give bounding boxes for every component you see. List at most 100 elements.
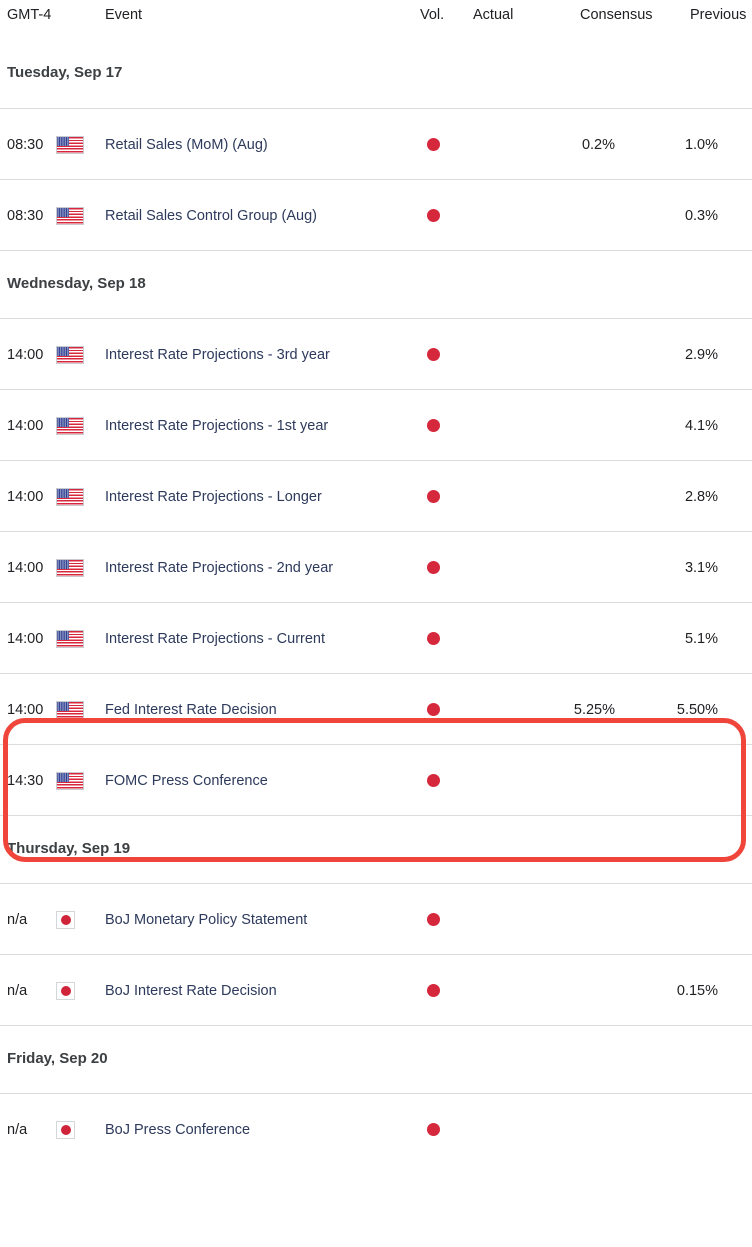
volatility-dot-icon — [426, 703, 440, 716]
country-flag — [56, 1094, 75, 1165]
column-header-volatility: Vol. — [420, 7, 445, 23]
calendar-event-row[interactable]: 08:30 Retail Sales Control Group (Aug) 0.3… — [0, 179, 752, 250]
calendar-event-row[interactable]: 14:00 Interest Rate Projections - Current… — [0, 602, 752, 673]
volatility-dot-icon — [426, 561, 440, 574]
calendar-event-row[interactable]: 14:00 Interest Rate Projections - Longer 2… — [0, 460, 752, 531]
event-name-link[interactable]: Retail Sales (MoM) (Aug) — [105, 109, 268, 180]
event-name-link[interactable]: Interest Rate Projections - 1st year — [105, 390, 328, 461]
event-time: 14:00 — [7, 701, 44, 718]
day-group-header: Wednesday, Sep 18 — [0, 250, 752, 318]
event-time: n/a — [7, 982, 28, 999]
calendar-event-row[interactable]: n/a BoJ Monetary Policy Statement — [0, 883, 752, 954]
us-flag-icon — [56, 558, 84, 577]
event-previous: 2.8% — [684, 488, 718, 505]
day-label: Tuesday, Sep 17 — [7, 64, 123, 81]
volatility-dot-icon — [426, 490, 440, 503]
column-header-time: GMT-4 — [7, 7, 52, 23]
event-time: 14:00 — [7, 559, 44, 576]
day-label: Friday, Sep 20 — [7, 1050, 108, 1067]
event-name-link[interactable]: Interest Rate Projections - 3rd year — [105, 319, 330, 390]
day-group-header: Friday, Sep 20 — [0, 1025, 752, 1093]
event-name-link[interactable]: BoJ Monetary Policy Statement — [105, 884, 307, 955]
event-time: 14:30 — [7, 772, 44, 789]
volatility-indicator — [420, 532, 446, 603]
us-flag-icon — [56, 771, 84, 790]
calendar-event-row[interactable]: 14:30 FOMC Press Conference — [0, 744, 752, 815]
calendar-event-row[interactable]: 14:00 Interest Rate Projections - 1st yea… — [0, 389, 752, 460]
volatility-indicator — [420, 955, 446, 1026]
us-flag-icon — [56, 416, 84, 435]
event-name-link[interactable]: Interest Rate Projections - Longer — [105, 461, 322, 532]
event-time: 14:00 — [7, 488, 44, 505]
calendar-event-row[interactable]: 14:00 Fed Interest Rate Decision 5.25% 5.50… — [0, 673, 752, 744]
event-previous: 4.1% — [684, 417, 718, 434]
calendar-event-row[interactable]: 08:30 Retail Sales (MoM) (Aug) 0.2% 1.0% — [0, 108, 752, 179]
day-label: Wednesday, Sep 18 — [7, 275, 146, 292]
volatility-indicator — [420, 109, 446, 180]
calendar-column-headers: GMT-4 Event Vol. Actual Consensus Previo… — [0, 0, 752, 40]
calendar-event-row[interactable]: 14:00 Interest Rate Projections - 2nd yea… — [0, 531, 752, 602]
event-time: 08:30 — [7, 207, 44, 224]
country-flag — [56, 461, 84, 532]
event-consensus — [515, 180, 615, 251]
country-flag — [56, 180, 84, 251]
column-header-previous: Previous — [690, 7, 747, 23]
day-group-header: Thursday, Sep 19 — [0, 815, 752, 883]
event-name-link[interactable]: Interest Rate Projections - 2nd year — [105, 532, 333, 603]
event-consensus — [515, 461, 615, 532]
event-consensus — [515, 532, 615, 603]
column-header-consensus: Consensus — [580, 7, 653, 23]
volatility-indicator — [420, 674, 446, 745]
volatility-indicator — [420, 1094, 446, 1165]
event-previous: 5.1% — [684, 630, 718, 647]
event-name-link[interactable]: Fed Interest Rate Decision — [105, 674, 277, 745]
event-consensus — [515, 390, 615, 461]
volatility-indicator — [420, 180, 446, 251]
us-flag-icon — [56, 206, 84, 225]
event-consensus — [515, 884, 615, 955]
japan-flag-icon — [56, 910, 75, 929]
event-name-link[interactable]: Retail Sales Control Group (Aug) — [105, 180, 317, 251]
calendar-event-row[interactable]: n/a BoJ Press Conference — [0, 1093, 752, 1164]
event-time: 08:30 — [7, 136, 44, 153]
event-name-link[interactable]: Interest Rate Projections - Current — [105, 603, 325, 674]
volatility-dot-icon — [426, 138, 440, 151]
volatility-dot-icon — [426, 774, 440, 787]
volatility-indicator — [420, 390, 446, 461]
country-flag — [56, 319, 84, 390]
country-flag — [56, 955, 75, 1026]
volatility-dot-icon — [426, 419, 440, 432]
country-flag — [56, 109, 84, 180]
day-label: Thursday, Sep 19 — [7, 840, 131, 857]
event-consensus — [515, 1094, 615, 1165]
event-consensus — [515, 319, 615, 390]
economic-calendar: GMT-4 Event Vol. Actual Consensus Previo… — [0, 0, 752, 1247]
volatility-dot-icon — [426, 632, 440, 645]
event-consensus: 0.2% — [581, 136, 615, 153]
country-flag — [56, 884, 75, 955]
volatility-indicator — [420, 603, 446, 674]
volatility-dot-icon — [426, 348, 440, 361]
calendar-event-row[interactable]: n/a BoJ Interest Rate Decision 0.15% — [0, 954, 752, 1025]
event-previous — [618, 1094, 718, 1165]
event-previous: 5.50% — [676, 701, 718, 718]
event-time: n/a — [7, 911, 28, 928]
event-name-link[interactable]: BoJ Interest Rate Decision — [105, 955, 277, 1026]
event-consensus — [515, 955, 615, 1026]
event-name-link[interactable]: BoJ Press Conference — [105, 1094, 250, 1165]
volatility-dot-icon — [426, 209, 440, 222]
us-flag-icon — [56, 629, 84, 648]
japan-flag-icon — [56, 1120, 75, 1139]
country-flag — [56, 745, 84, 816]
us-flag-icon — [56, 135, 84, 154]
us-flag-icon — [56, 345, 84, 364]
event-consensus — [515, 745, 615, 816]
event-time: n/a — [7, 1121, 28, 1138]
event-time: 14:00 — [7, 346, 44, 363]
volatility-dot-icon — [426, 984, 440, 997]
column-header-event: Event — [105, 7, 143, 23]
calendar-event-row[interactable]: 14:00 Interest Rate Projections - 3rd yea… — [0, 318, 752, 389]
event-name-link[interactable]: FOMC Press Conference — [105, 745, 268, 816]
volatility-dot-icon — [426, 913, 440, 926]
volatility-indicator — [420, 461, 446, 532]
